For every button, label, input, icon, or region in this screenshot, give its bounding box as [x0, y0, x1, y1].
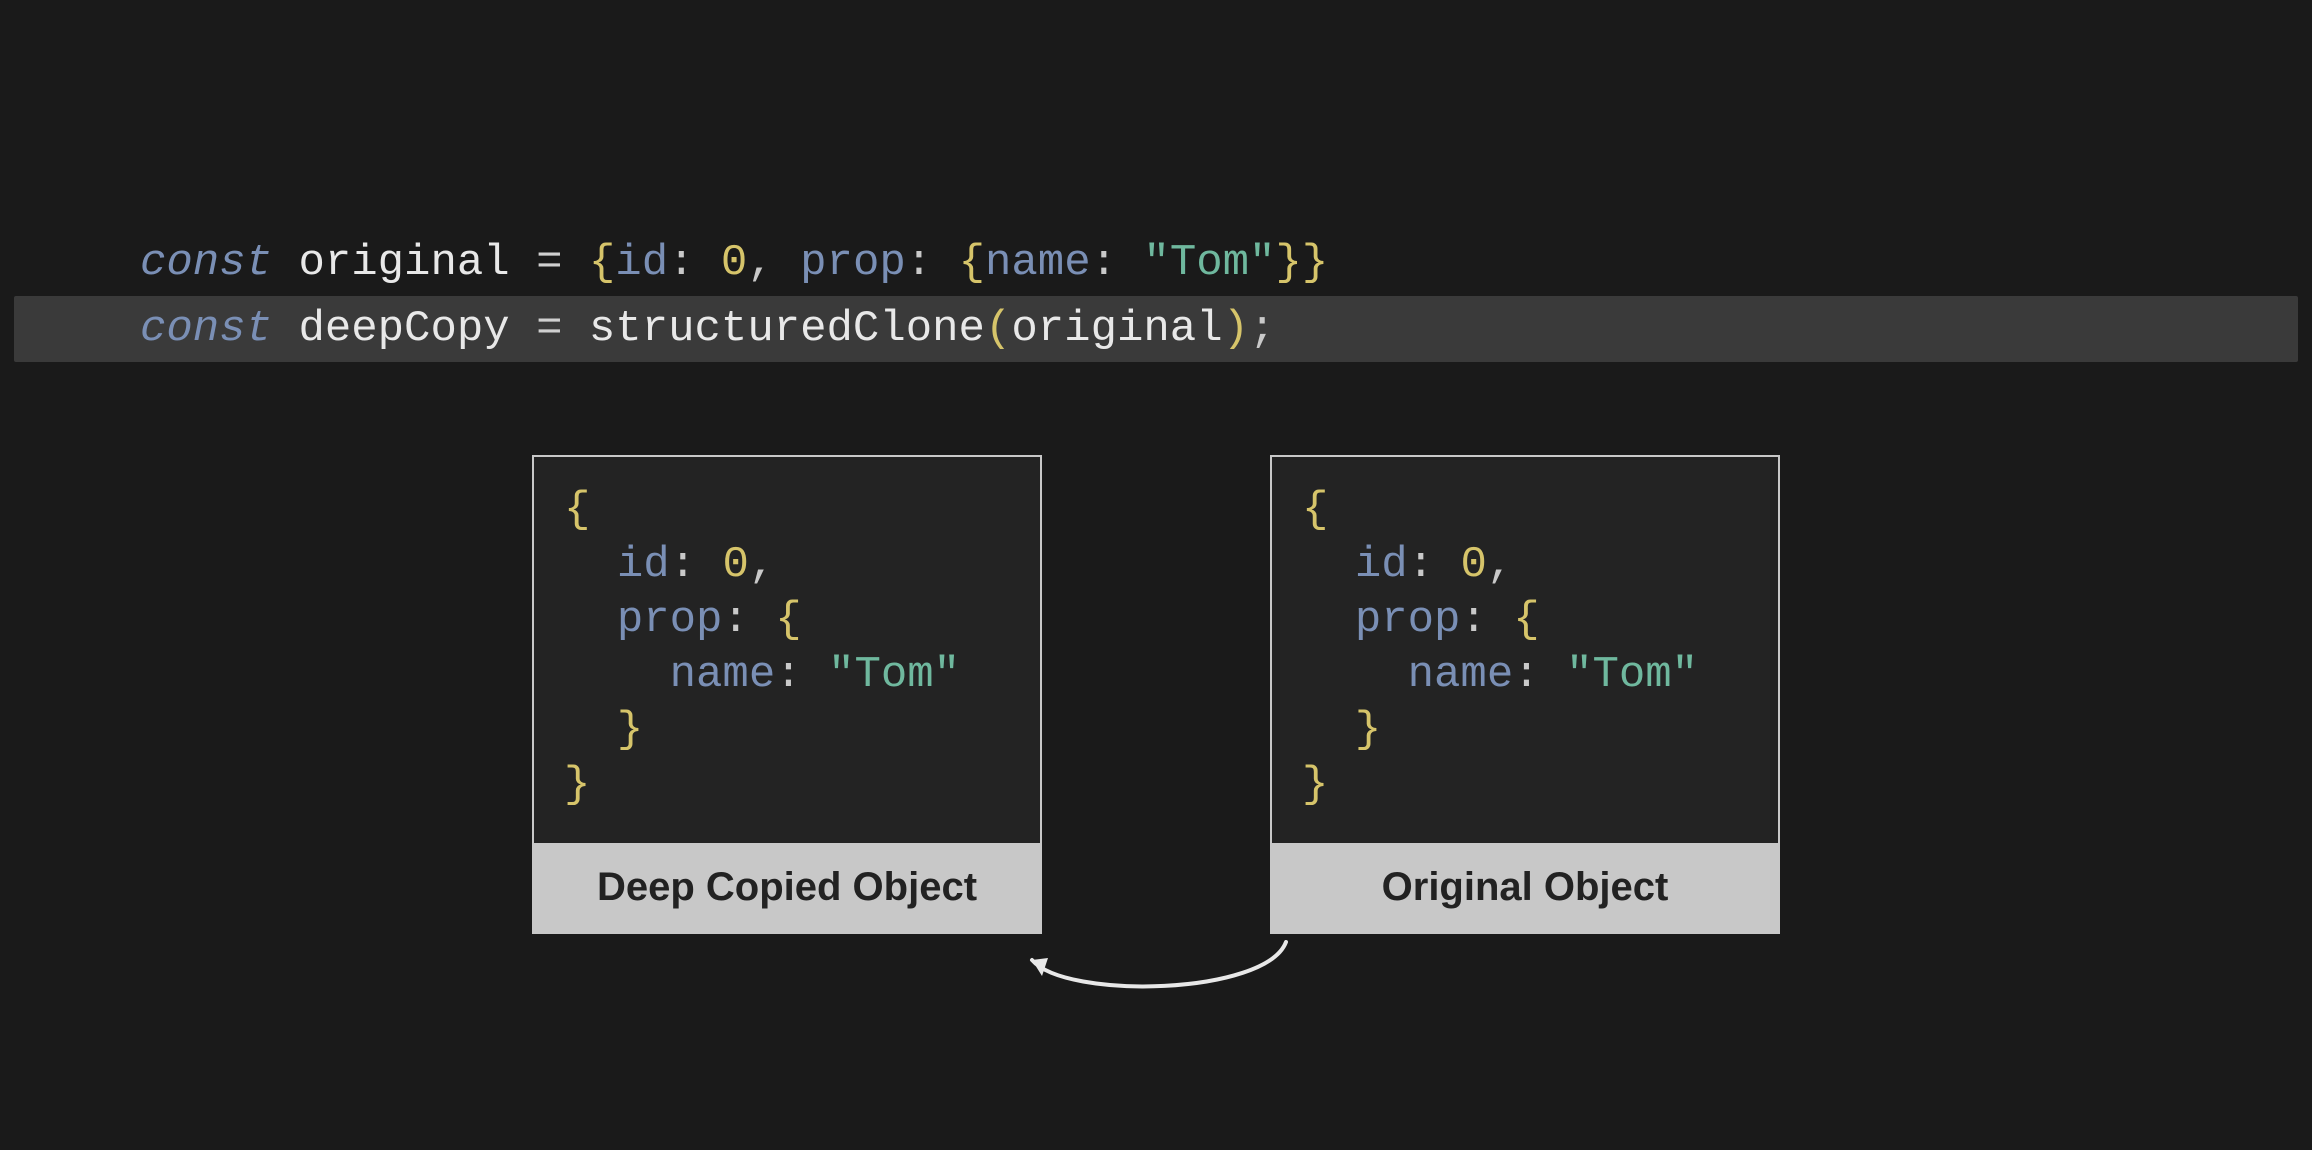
paren-open: ( — [985, 304, 1011, 354]
colon: : — [1408, 540, 1461, 590]
brace-open: { — [1302, 485, 1328, 535]
brace-close: } — [1302, 760, 1328, 810]
arg-original: original — [1011, 304, 1222, 354]
original-object-label: Original Object — [1272, 843, 1778, 932]
diagram-stage: const original = {id: 0, prop: {name: "T… — [0, 0, 2312, 1150]
brace-open-inner: { — [959, 238, 985, 288]
string-tom: "Tom" — [1143, 238, 1275, 288]
brace-close-inner: } — [1355, 705, 1381, 755]
colon: : — [670, 540, 723, 590]
semicolon: ; — [1249, 304, 1275, 354]
brace-open-inner: { — [1513, 595, 1539, 645]
comma: , — [747, 238, 800, 288]
prop-prop: prop — [1355, 595, 1461, 645]
connector-arrow-icon — [1006, 940, 1306, 1020]
fn-structuredclone: structuredClone — [589, 304, 985, 354]
original-object-code: { id: 0, prop: { name: "Tom" } } — [1272, 457, 1778, 843]
prop-name: name — [670, 650, 776, 700]
paren-close: ) — [1223, 304, 1249, 354]
prop-name: name — [985, 238, 1091, 288]
colon: : — [722, 595, 775, 645]
prop-id: id — [617, 540, 670, 590]
colon: : — [1091, 238, 1144, 288]
prop-id: id — [1355, 540, 1408, 590]
deep-copied-object-code: { id: 0, prop: { name: "Tom" } } — [534, 457, 1040, 843]
identifier-original: original — [298, 238, 509, 288]
number-zero: 0 — [1460, 540, 1486, 590]
code-line-1: const original = {id: 0, prop: {name: "T… — [0, 230, 2312, 296]
object-boxes-row: { id: 0, prop: { name: "Tom" } } Deep Co… — [0, 455, 2312, 934]
string-tom: "Tom" — [828, 650, 960, 700]
brace-close: } — [1302, 238, 1328, 288]
prop-id: id — [615, 238, 668, 288]
code-line-2-highlighted: const deepCopy = structuredClone(origina… — [14, 296, 2298, 362]
comma: , — [749, 540, 775, 590]
op-eq: = — [510, 304, 589, 354]
identifier-deepcopy: deepCopy — [298, 304, 509, 354]
brace-close-inner: } — [617, 705, 643, 755]
number-zero: 0 — [721, 238, 747, 288]
brace-open: { — [589, 238, 615, 288]
colon: : — [906, 238, 959, 288]
colon: : — [668, 238, 721, 288]
keyword-const: const — [140, 238, 272, 288]
prop-prop: prop — [800, 238, 906, 288]
code-block: const original = {id: 0, prop: {name: "T… — [0, 230, 2312, 362]
brace-close-inner: } — [1275, 238, 1301, 288]
keyword-const: const — [140, 304, 272, 354]
original-object-card: { id: 0, prop: { name: "Tom" } } Origina… — [1270, 455, 1780, 934]
brace-open-inner: { — [775, 595, 801, 645]
string-tom: "Tom" — [1566, 650, 1698, 700]
colon: : — [1513, 650, 1566, 700]
comma: , — [1487, 540, 1513, 590]
brace-open: { — [564, 485, 590, 535]
number-zero: 0 — [722, 540, 748, 590]
colon: : — [1460, 595, 1513, 645]
deep-copied-object-card: { id: 0, prop: { name: "Tom" } } Deep Co… — [532, 455, 1042, 934]
prop-name: name — [1408, 650, 1514, 700]
deep-copied-object-label: Deep Copied Object — [534, 843, 1040, 932]
colon: : — [775, 650, 828, 700]
brace-close: } — [564, 760, 590, 810]
op-eq: = — [510, 238, 589, 288]
prop-prop: prop — [617, 595, 723, 645]
